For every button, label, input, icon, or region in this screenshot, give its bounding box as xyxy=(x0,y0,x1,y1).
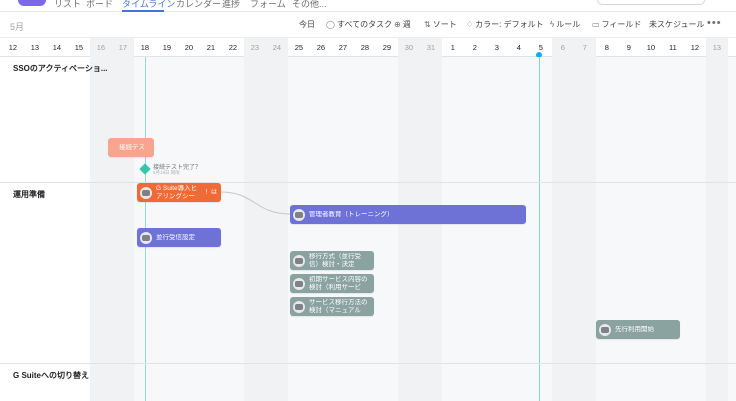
color-button[interactable]: ♢ カラー: デフォルト xyxy=(466,19,544,30)
sort-icon: ⇅ xyxy=(424,20,431,29)
timeline-canvas[interactable]: SSOのアクティベーショ... 接続テス 接続テスト完了？ 5月18日 期限 運… xyxy=(0,57,736,401)
fields-label: フィールド xyxy=(601,20,642,29)
fields-icon: ▭ xyxy=(592,20,600,29)
section-divider xyxy=(0,363,736,364)
month-label: 5月 xyxy=(10,22,25,32)
day-cell: 7 xyxy=(574,38,596,57)
day-cell: 12 xyxy=(690,43,700,52)
day-cell: 14 xyxy=(52,43,62,52)
week-label: 週 xyxy=(402,20,411,29)
day-cell: 21 xyxy=(206,43,216,52)
day-cell: 29 xyxy=(382,43,392,52)
view-tab-bar: リスト ボード タイムライン カレンダー 進捗 フォーム その他... xyxy=(0,0,736,12)
task-pilot-start[interactable]: 先行利用開始 xyxy=(596,320,680,339)
rules-label: ルール xyxy=(556,20,581,29)
task-label: 先行利用開始 xyxy=(615,325,654,333)
timeline-toolbar: 5月 今日 ◯ すべてのタスク ⊕ 週 ⇅ ソート ♢ カラー: デフォルト ϟ ルール … xyxy=(0,13,736,35)
day-cell: 30 xyxy=(398,38,420,57)
task-migration-method[interactable]: 移行方式（並行受信）検討・決定 xyxy=(290,251,374,270)
avatar xyxy=(293,254,305,267)
dependency-connector xyxy=(220,191,291,215)
tab-board[interactable]: ボード xyxy=(86,0,113,10)
zoom-icon: ⊕ xyxy=(394,20,401,29)
palette-icon: ♢ xyxy=(466,20,474,29)
unscheduled-button[interactable]: 未スケジュール xyxy=(649,19,704,30)
day-cell: 13 xyxy=(706,38,728,57)
check-circle-icon: ◯ xyxy=(326,20,335,29)
tab-list[interactable]: リスト xyxy=(54,0,81,10)
day-cell: 8 xyxy=(604,43,609,52)
sort-button[interactable]: ⇅ ソート xyxy=(424,19,457,30)
fields-button[interactable]: ▭ フィールド xyxy=(592,19,641,30)
project-icon[interactable] xyxy=(18,0,46,6)
day-cell: 4 xyxy=(516,43,521,52)
avatar xyxy=(140,231,152,244)
tab-forms[interactable]: フォーム xyxy=(250,0,286,10)
day-cell: 23 xyxy=(244,38,266,57)
day-cell: 17 xyxy=(112,38,134,57)
day-cell: 22 xyxy=(228,43,238,52)
more-options-icon[interactable]: ••• xyxy=(707,17,722,29)
today-button[interactable]: 今日 xyxy=(299,19,315,30)
day-cell: 13 xyxy=(30,43,40,52)
tab-progress[interactable]: 進捗 xyxy=(222,0,240,10)
task-pilot-setup[interactable]: 並行受信設定 xyxy=(137,228,221,247)
day-cell: 20 xyxy=(184,43,194,52)
tab-calendar[interactable]: カレンダー xyxy=(176,0,221,10)
sort-label: ソート xyxy=(432,20,457,29)
all-tasks-label: すべてのタスク xyxy=(336,20,393,29)
day-cell: 26 xyxy=(316,43,326,52)
tab-more[interactable]: その他... xyxy=(292,0,327,10)
day-cell: 24 xyxy=(266,38,288,57)
day-cell: 16 xyxy=(90,38,112,57)
all-tasks-filter-button[interactable]: ◯ すべてのタスク xyxy=(326,19,392,30)
day-cell: 9 xyxy=(626,43,631,52)
day-cell: 15 xyxy=(74,43,84,52)
task-initial-service[interactable]: 初期サービス内容の検討（利用サービス... xyxy=(290,274,374,293)
avatar xyxy=(293,277,305,290)
task-label: サービス移行方法の検討（マニュアルの... xyxy=(309,298,368,314)
day-cell: 2 xyxy=(472,43,477,52)
day-cell: 10 xyxy=(646,43,656,52)
search-input[interactable] xyxy=(597,0,705,5)
day-cell: 12 xyxy=(8,43,18,52)
color-label: カラー: デフォルト xyxy=(475,20,544,29)
date-header: 12 13 14 15 16 17 18 19 20 21 22 23 24 2… xyxy=(0,37,736,57)
today-label: 今日 xyxy=(299,20,315,29)
task-label: 初期サービス内容の検討（利用サービス... xyxy=(309,275,368,291)
day-cell: 31 xyxy=(420,38,442,57)
rules-button[interactable]: ϟ ルール xyxy=(550,19,580,30)
task-label: 並行受信設定 xyxy=(156,233,195,241)
avatar xyxy=(599,323,611,336)
day-cell: 19 xyxy=(162,43,172,52)
day-cell: 6 xyxy=(552,38,574,57)
active-tab-indicator xyxy=(122,10,164,12)
day-cell: 18 xyxy=(140,43,150,52)
task-admin-training[interactable]: 管理者教育（トレーニング） xyxy=(290,205,526,224)
unscheduled-label: 未スケジュール xyxy=(649,20,705,29)
lightning-icon: ϟ xyxy=(550,20,555,29)
day-cell: 3 xyxy=(494,43,499,52)
task-label: 移行方式（並行受信）検討・決定 xyxy=(309,252,361,268)
day-cell: 25 xyxy=(294,43,304,52)
task-service-migration[interactable]: サービス移行方法の検討（マニュアルの... xyxy=(290,297,374,316)
task-label: 管理者教育（トレーニング） xyxy=(309,210,394,218)
day-cell: 1 xyxy=(450,43,455,52)
day-cell: 28 xyxy=(360,43,370,52)
tab-timeline[interactable]: タイムライン xyxy=(122,0,175,10)
zoom-week-button[interactable]: ⊕ 週 xyxy=(394,19,411,30)
avatar xyxy=(293,208,305,221)
day-cell: 11 xyxy=(668,43,677,52)
day-cell: 27 xyxy=(338,43,348,52)
avatar xyxy=(293,300,305,313)
section-title-gsuite-switch[interactable]: G Suiteへの切り替え xyxy=(13,370,89,381)
